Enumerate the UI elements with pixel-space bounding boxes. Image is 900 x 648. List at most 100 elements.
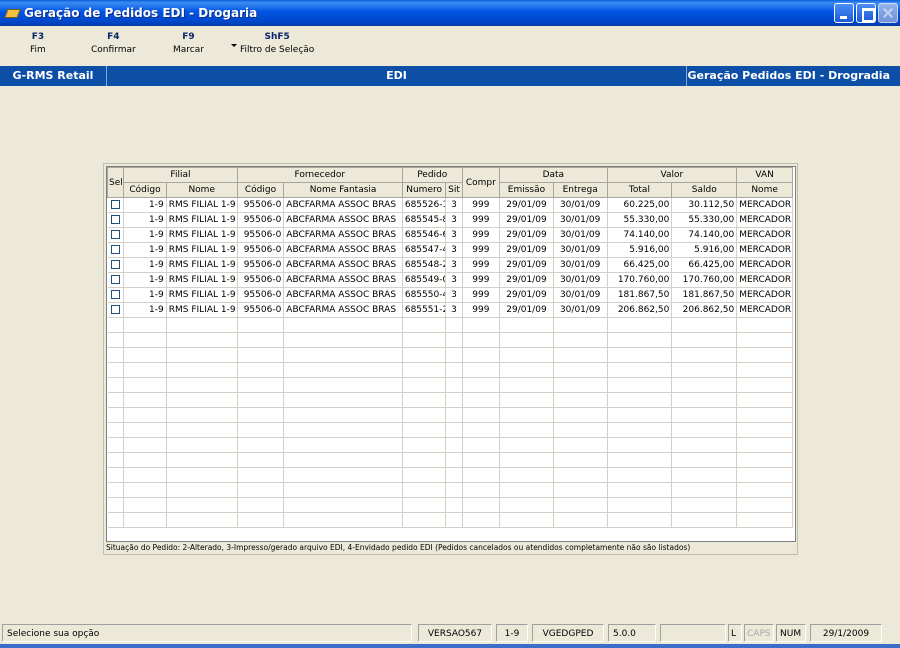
- header-total[interactable]: Total: [606, 182, 673, 198]
- table-row[interactable]: 1-9 RMS FILIAL 1-9 95506-0 ABCFARMA ASSOC B…: [107, 242, 793, 258]
- status-version: VERSAO567: [418, 624, 492, 642]
- row-checkbox[interactable]: [110, 305, 120, 314]
- table-row-empty: [107, 377, 793, 393]
- cell-forn-codigo: [237, 317, 285, 333]
- cell-emissao: [499, 422, 554, 438]
- fim-button[interactable]: F3 Fim: [30, 32, 46, 55]
- select-cell: [107, 482, 125, 498]
- window-controls: [834, 3, 898, 23]
- cell-emissao: 29/01/09: [499, 197, 554, 213]
- select-cell: [107, 422, 125, 438]
- row-checkbox[interactable]: [110, 215, 120, 224]
- cell-sit: [445, 467, 463, 483]
- table-row[interactable]: 1-9 RMS FILIAL 1-9 95506-0 ABCFARMA ASSOC B…: [107, 197, 793, 213]
- cell-saldo: [671, 512, 738, 528]
- header-entrega[interactable]: Entrega: [552, 182, 608, 198]
- cell-filial-codigo: 1-9: [123, 272, 167, 288]
- table-row-empty: [107, 362, 793, 378]
- cell-filial-nome: [166, 467, 238, 483]
- cell-sit: [445, 497, 463, 513]
- confirmar-button[interactable]: F4 Confirmar: [91, 32, 136, 55]
- close-button[interactable]: [878, 3, 898, 23]
- header-saldo[interactable]: Saldo: [671, 182, 738, 198]
- cell-forn-codigo: 95506-0: [237, 272, 285, 288]
- cell-forn-nome: [283, 482, 403, 498]
- dropdown-arrow-icon[interactable]: [231, 44, 237, 47]
- row-checkbox[interactable]: [110, 230, 120, 239]
- table-row[interactable]: 1-9 RMS FILIAL 1-9 95506-0 ABCFARMA ASSOC B…: [107, 257, 793, 273]
- cell-saldo: [671, 467, 738, 483]
- cell-van: [736, 482, 793, 498]
- header-compr[interactable]: Compr: [461, 167, 501, 198]
- cell-saldo: 5.916,00: [671, 242, 738, 258]
- cell-forn-codigo: 95506-0: [237, 287, 285, 303]
- header-sel[interactable]: Sel: [107, 167, 125, 198]
- header-filial-nome[interactable]: Nome: [165, 182, 238, 198]
- table-row[interactable]: 1-9 RMS FILIAL 1-9 95506-0 ABCFARMA ASSOC B…: [107, 302, 793, 318]
- cell-filial-codigo: [123, 422, 167, 438]
- header-filial-codigo[interactable]: Código: [123, 182, 167, 198]
- cell-entrega: [553, 512, 608, 528]
- cell-compr: 999: [462, 242, 501, 258]
- cell-numero: [402, 362, 447, 378]
- cell-entrega: 30/01/09: [553, 212, 608, 228]
- marcar-button[interactable]: F9 Marcar: [173, 32, 204, 55]
- cell-forn-nome: [283, 467, 403, 483]
- header-pedido-sit[interactable]: Sit: [445, 182, 463, 198]
- cell-van: MERCADOR: [736, 302, 793, 318]
- cell-forn-nome: [283, 377, 403, 393]
- marcar-key: F9: [182, 32, 195, 42]
- title-bar[interactable]: Geração de Pedidos EDI - Drogaria: [0, 0, 900, 26]
- header-pedido-numero[interactable]: Numero: [401, 182, 447, 198]
- status-l: L: [728, 624, 742, 642]
- cell-forn-codigo: [237, 407, 285, 423]
- select-cell: [107, 392, 125, 408]
- cell-emissao: 29/01/09: [499, 212, 554, 228]
- table-row-empty: [107, 452, 793, 468]
- cell-van: MERCADOR: [736, 197, 793, 213]
- cell-total: 206.862,50: [607, 302, 673, 318]
- cell-emissao: [499, 467, 554, 483]
- cell-total: 60.225,00: [607, 197, 673, 213]
- cell-sit: [445, 437, 463, 453]
- cell-van: [736, 317, 793, 333]
- cell-van: [736, 467, 793, 483]
- cell-filial-codigo: [123, 437, 167, 453]
- table-row[interactable]: 1-9 RMS FILIAL 1-9 95506-0 ABCFARMA ASSOC B…: [107, 227, 793, 243]
- minimize-button[interactable]: [834, 3, 854, 23]
- status-program: VGEDGPED: [532, 624, 604, 642]
- cell-filial-codigo: [123, 497, 167, 513]
- status-empty: [660, 624, 726, 642]
- header-emissao[interactable]: Emissão: [499, 182, 554, 198]
- cell-numero: [402, 467, 447, 483]
- cell-entrega: [553, 482, 608, 498]
- group-pedido: Pedido: [401, 167, 463, 183]
- cell-total: [607, 317, 673, 333]
- table-row[interactable]: 1-9 RMS FILIAL 1-9 95506-0 ABCFARMA ASSOC B…: [107, 287, 793, 303]
- table-row[interactable]: 1-9 RMS FILIAL 1-9 95506-0 ABCFARMA ASSOC B…: [107, 272, 793, 288]
- select-cell: [107, 227, 125, 243]
- header-nome-fantasia[interactable]: Nome Fantasia: [283, 182, 403, 198]
- header-van-nome[interactable]: Nome: [736, 182, 793, 198]
- header-fornecedor-codigo[interactable]: Código: [236, 182, 285, 198]
- select-cell: [107, 257, 125, 273]
- cell-filial-codigo: [123, 332, 167, 348]
- cell-forn-nome: [283, 497, 403, 513]
- table-row[interactable]: 1-9 RMS FILIAL 1-9 95506-0 ABCFARMA ASSOC B…: [107, 212, 793, 228]
- maximize-button[interactable]: [856, 3, 876, 23]
- cell-sit: [445, 332, 463, 348]
- select-cell: [107, 362, 125, 378]
- cell-sit: [445, 377, 463, 393]
- row-checkbox[interactable]: [110, 200, 120, 209]
- row-checkbox[interactable]: [110, 245, 120, 254]
- row-checkbox[interactable]: [110, 275, 120, 284]
- cell-filial-codigo: 1-9: [123, 287, 167, 303]
- row-checkbox[interactable]: [110, 260, 120, 269]
- cell-total: [607, 347, 673, 363]
- cell-filial-nome: [166, 362, 238, 378]
- cell-entrega: [553, 347, 608, 363]
- filtro-selecao-button[interactable]: ShF5 Filtro de Seleção: [240, 32, 314, 55]
- row-checkbox[interactable]: [110, 290, 120, 299]
- cell-entrega: [553, 422, 608, 438]
- orders-grid: Sel Filial Fornecedor Pedido Compr Data …: [106, 166, 796, 542]
